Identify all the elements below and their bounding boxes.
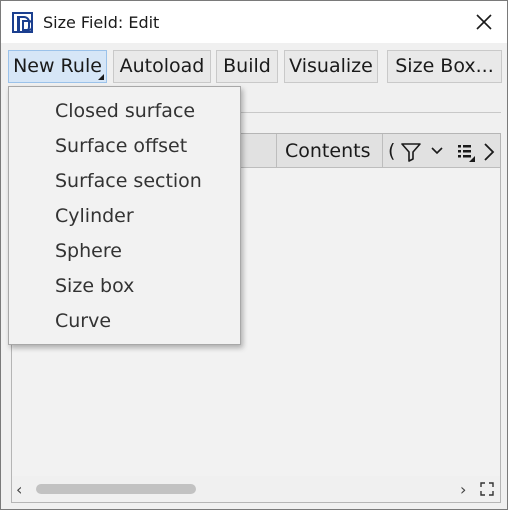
scroll-left-icon[interactable]: ‹	[16, 480, 22, 499]
column-chooser-icon[interactable]	[456, 143, 478, 165]
column-header-truncated[interactable]: (	[388, 134, 395, 168]
filter-icon[interactable]	[400, 142, 422, 162]
dropdown-corner-icon	[98, 74, 104, 80]
column-header-contents[interactable]: Contents	[276, 134, 370, 168]
title-bar: Size Field: Edit	[1, 1, 507, 43]
expand-icon[interactable]	[480, 482, 494, 496]
build-button[interactable]: Build	[216, 50, 278, 83]
menu-item-surface-section[interactable]: Surface section	[55, 170, 202, 192]
menu-item-curve[interactable]: Curve	[55, 310, 111, 332]
menu-item-sphere[interactable]: Sphere	[55, 240, 122, 262]
chevron-right-icon[interactable]	[482, 142, 496, 162]
size-field-edit-dialog: Size Field: Edit New Rule Autoload Build…	[0, 0, 508, 510]
scrollbar-thumb[interactable]	[36, 484, 196, 494]
visualize-button[interactable]: Visualize	[284, 50, 378, 83]
close-icon	[476, 14, 492, 30]
new-rule-button[interactable]: New Rule	[8, 50, 107, 83]
app-logo-icon	[12, 12, 33, 33]
size-box-button[interactable]: Size Box...	[387, 50, 502, 83]
chevron-down-icon[interactable]	[430, 146, 444, 156]
close-button[interactable]	[461, 1, 507, 43]
column-separator	[382, 134, 383, 168]
autoload-button[interactable]: Autoload	[113, 50, 211, 83]
menu-item-size-box[interactable]: Size box	[55, 275, 134, 297]
menu-item-closed-surface[interactable]: Closed surface	[55, 100, 195, 122]
scroll-right-icon[interactable]: ›	[460, 480, 466, 499]
window-title: Size Field: Edit	[43, 13, 160, 32]
horizontal-scrollbar[interactable]: ‹ ›	[12, 476, 500, 502]
toolbar: New Rule Autoload Build Visualize Size B…	[1, 43, 507, 89]
menu-item-surface-offset[interactable]: Surface offset	[55, 135, 187, 157]
new-rule-menu: Closed surface Surface offset Surface se…	[8, 86, 241, 345]
new-rule-label: New Rule	[13, 55, 102, 77]
menu-item-cylinder[interactable]: Cylinder	[55, 205, 134, 227]
